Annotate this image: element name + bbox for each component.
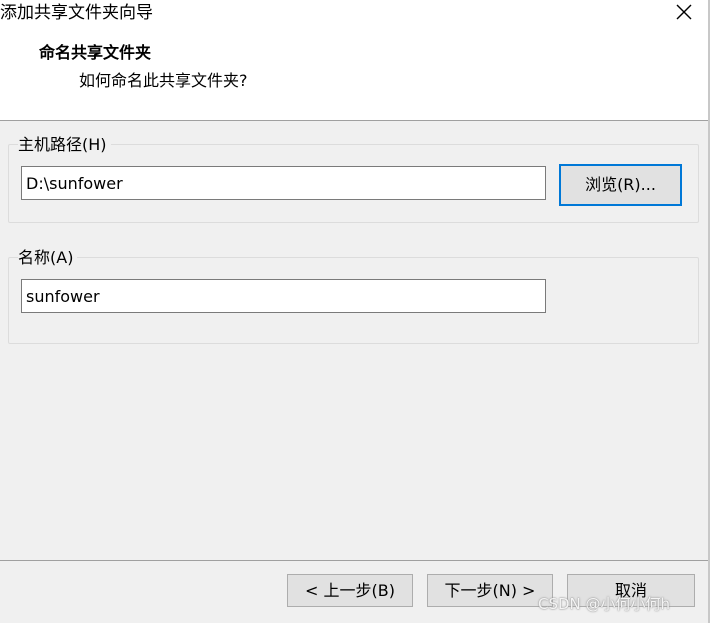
name-input[interactable]	[21, 279, 546, 313]
host-path-label: 主机路径(H)	[18, 135, 111, 155]
watermark: CSDN @小何小何h	[538, 595, 671, 613]
page-subheading: 如何命名此共享文件夹?	[79, 71, 248, 90]
back-button[interactable]: < 上一步(B)	[287, 574, 413, 607]
next-button[interactable]: 下一步(N) >	[427, 574, 553, 607]
close-icon	[676, 4, 692, 20]
name-label: 名称(A)	[18, 248, 78, 268]
close-button[interactable]	[668, 0, 700, 26]
wizard-window: 添加共享文件夹向导 命名共享文件夹 如何命名此共享文件夹? 主机路径(H) 浏览…	[0, 0, 710, 623]
footer-divider	[0, 560, 708, 561]
host-path-input[interactable]	[21, 166, 546, 200]
window-title: 添加共享文件夹向导	[0, 3, 153, 23]
browse-button[interactable]: 浏览(R)...	[559, 164, 682, 206]
header-panel: 添加共享文件夹向导 命名共享文件夹 如何命名此共享文件夹?	[0, 0, 708, 121]
page-heading: 命名共享文件夹	[39, 43, 152, 62]
